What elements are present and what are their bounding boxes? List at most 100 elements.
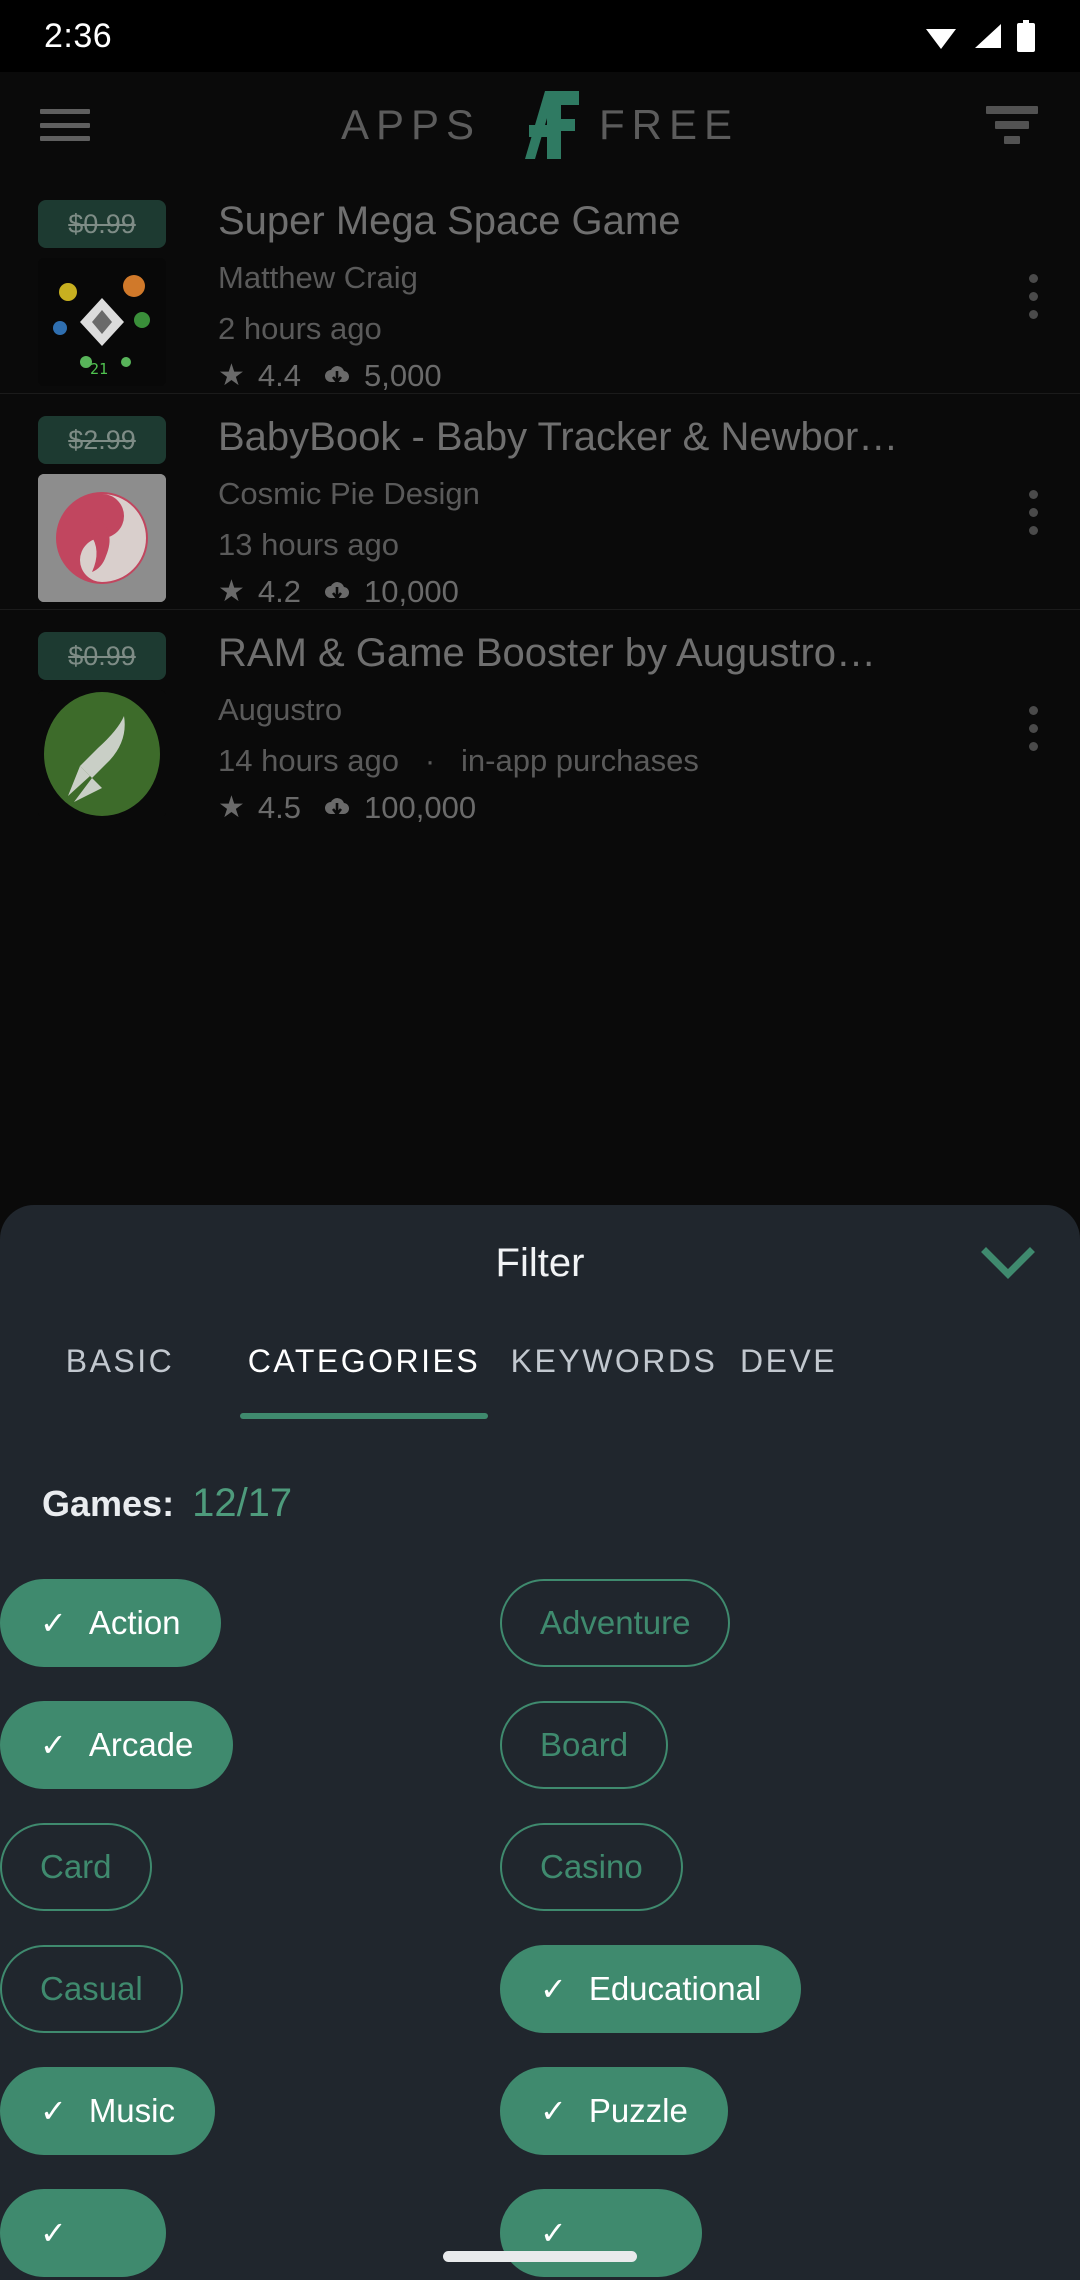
chip-label: Puzzle bbox=[588, 2092, 688, 2129]
phone-screen: 2:36 APPS FREE $0.99 21 Super Mega Space… bbox=[0, 0, 1080, 2280]
chip-puzzle[interactable]: ✓ Puzzle bbox=[500, 2067, 728, 2155]
check-icon: ✓ bbox=[540, 2215, 567, 2251]
brand-text-right: FREE bbox=[599, 101, 740, 148]
app-meta: BabyBook - Baby Tracker & Newbor… Cosmic… bbox=[218, 406, 960, 610]
price-text: $2.99 bbox=[68, 424, 136, 455]
downloads-value: 10,000 bbox=[364, 574, 459, 609]
rating-stat: ★ 4.5 bbox=[218, 790, 301, 826]
downloads-stat: 5,000 bbox=[323, 358, 442, 394]
app-list-item[interactable]: $0.99 RAM & Game Booster by Augustro… Au… bbox=[0, 610, 1080, 826]
signal-icon bbox=[975, 24, 1001, 48]
app-developer: Augustro bbox=[218, 692, 343, 727]
chip-label: Educational bbox=[588, 1970, 762, 2007]
tab-categories[interactable]: CATEGORIES bbox=[240, 1321, 488, 1419]
rating-value: 4.4 bbox=[257, 358, 302, 393]
filter-sheet-header: Filter bbox=[0, 1205, 1080, 1321]
chip-next-left[interactable]: ✓ bbox=[0, 2189, 166, 2277]
chip-next-right[interactable]: ✓ bbox=[500, 2189, 703, 2277]
chip-label: Action bbox=[88, 1604, 181, 1641]
chip-row: ✓ Action Adventure bbox=[0, 1562, 1080, 1684]
overflow-menu-icon[interactable] bbox=[1029, 274, 1038, 319]
downloads-value: 100,000 bbox=[364, 790, 477, 825]
chip-label: Card bbox=[40, 1848, 112, 1885]
app-title: Super Mega Space Game bbox=[218, 199, 681, 243]
app-title: BabyBook - Baby Tracker & Newbor… bbox=[218, 415, 899, 459]
chip-row: ✓ Music ✓ Puzzle bbox=[0, 2050, 1080, 2172]
app-list-item[interactable]: $0.99 21 Super Mega Space Game Matthew C… bbox=[0, 178, 1080, 394]
chip-adventure[interactable]: Adventure bbox=[500, 1579, 731, 1667]
chip-educational[interactable]: ✓ Educational bbox=[500, 1945, 802, 2033]
download-cloud-icon bbox=[325, 366, 350, 385]
overflow-menu-icon[interactable] bbox=[1029, 490, 1038, 535]
chip-action[interactable]: ✓ Action bbox=[0, 1579, 221, 1667]
app-icon: 21 bbox=[38, 258, 166, 386]
chip-card[interactable]: Card bbox=[0, 1823, 152, 1911]
check-icon: ✓ bbox=[540, 1971, 567, 2007]
overflow-menu-icon[interactable] bbox=[1029, 706, 1038, 751]
section-label: Games: bbox=[42, 1483, 175, 1524]
app-iap-label: in-app purchases bbox=[461, 743, 699, 778]
wifi-icon bbox=[926, 29, 956, 49]
tab-categories-label: CATEGORIES bbox=[247, 1342, 481, 1379]
filter-sheet-title: Filter bbox=[495, 1240, 585, 1285]
chip-casual[interactable]: Casual bbox=[0, 1945, 183, 2033]
filter-funnel-icon[interactable] bbox=[984, 102, 1040, 148]
app-time-value: 14 hours ago bbox=[218, 743, 399, 778]
chevron-down-icon[interactable] bbox=[978, 1233, 1038, 1293]
downloads-value: 5,000 bbox=[364, 358, 442, 393]
chip-label bbox=[89, 2214, 126, 2252]
home-indicator bbox=[443, 2251, 637, 2262]
chip-label bbox=[589, 2214, 662, 2252]
category-section-header: Games: 12/17 bbox=[0, 1419, 1080, 1526]
app-time: 14 hours ago · in-app purchases bbox=[218, 736, 960, 786]
separator-dot: · bbox=[407, 743, 453, 778]
check-icon: ✓ bbox=[540, 2093, 567, 2129]
app-time: 13 hours ago bbox=[218, 527, 399, 562]
download-cloud-icon bbox=[325, 582, 350, 601]
check-icon: ✓ bbox=[40, 1727, 67, 1763]
price-badge: $0.99 bbox=[38, 632, 166, 680]
rating-value: 4.5 bbox=[257, 790, 302, 825]
app-stats: ★ 4.5 100,000 bbox=[218, 790, 960, 826]
check-icon: ✓ bbox=[40, 1605, 67, 1641]
price-badge: $2.99 bbox=[38, 416, 166, 464]
check-icon: ✓ bbox=[40, 2093, 67, 2129]
app-bar: APPS FREE bbox=[0, 72, 1080, 178]
brand-logo-group: APPS FREE bbox=[0, 72, 1080, 178]
chip-board[interactable]: Board bbox=[500, 1701, 669, 1789]
rating-value: 4.2 bbox=[257, 574, 302, 609]
chip-row: Card Casino bbox=[0, 1806, 1080, 1928]
tab-basic-label: BASIC bbox=[65, 1342, 175, 1379]
app-meta: RAM & Game Booster by Augustro… Augustro… bbox=[218, 622, 960, 826]
tab-developer-label: DEVE bbox=[740, 1342, 838, 1379]
star-icon: ★ bbox=[218, 359, 245, 392]
chip-label: Board bbox=[540, 1726, 629, 1763]
svg-text:21: 21 bbox=[90, 360, 108, 378]
chip-arcade[interactable]: ✓ Arcade bbox=[0, 1701, 234, 1789]
downloads-stat: 10,000 bbox=[323, 574, 459, 610]
hamburger-menu-icon[interactable] bbox=[40, 105, 90, 145]
tab-keywords[interactable]: KEYWORDS bbox=[488, 1321, 740, 1419]
app-title: RAM & Game Booster by Augustro… bbox=[218, 631, 877, 675]
chip-label: Casual bbox=[40, 1970, 143, 2007]
check-icon: ✓ bbox=[40, 2215, 67, 2251]
tab-developer[interactable]: DEVE bbox=[740, 1321, 940, 1419]
status-icons bbox=[924, 20, 1036, 52]
status-bar: 2:36 bbox=[0, 0, 1080, 72]
star-icon: ★ bbox=[218, 575, 245, 608]
af-logo bbox=[525, 91, 580, 159]
app-icon bbox=[38, 690, 166, 818]
chip-casino[interactable]: Casino bbox=[500, 1823, 683, 1911]
chip-music[interactable]: ✓ Music bbox=[0, 2067, 215, 2155]
app-time: 2 hours ago bbox=[218, 311, 382, 346]
brand-text-left: APPS bbox=[340, 101, 482, 148]
battery-icon bbox=[1017, 20, 1035, 52]
app-list-item[interactable]: $2.99 BabyBook - Baby Tracker & Newbor… … bbox=[0, 394, 1080, 610]
chip-label: Casino bbox=[540, 1848, 643, 1885]
star-icon: ★ bbox=[218, 791, 245, 824]
tab-basic[interactable]: BASIC bbox=[0, 1321, 240, 1419]
tab-keywords-label: KEYWORDS bbox=[510, 1342, 718, 1379]
chip-label: Adventure bbox=[540, 1604, 691, 1641]
category-chip-grid: ✓ Action Adventure ✓ Arcade Board Card C… bbox=[0, 1526, 1080, 2280]
rating-stat: ★ 4.4 bbox=[218, 358, 301, 394]
